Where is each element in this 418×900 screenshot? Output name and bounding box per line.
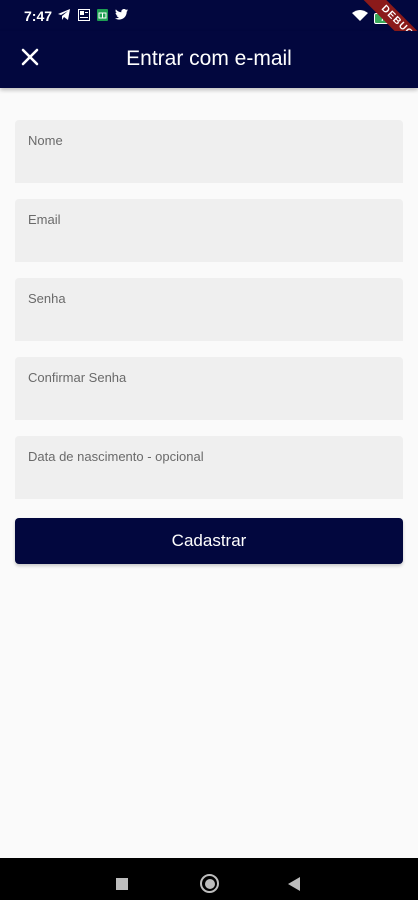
birthdate-field[interactable]: Data de nascimento - opcional: [15, 436, 403, 499]
navigation-bar: [0, 858, 418, 900]
name-field[interactable]: Nome: [15, 120, 403, 183]
confirm-password-field[interactable]: Confirmar Senha: [15, 357, 403, 420]
email-input[interactable]: [15, 199, 403, 262]
birthdate-input[interactable]: [15, 436, 403, 499]
status-bar: 7:47 74 DEBUG: [0, 0, 418, 60]
twitter-icon: [115, 8, 128, 21]
password-field[interactable]: Senha: [15, 278, 403, 341]
home-icon[interactable]: [200, 874, 219, 893]
news-icon: [77, 8, 90, 21]
status-time: 7:47: [24, 8, 53, 24]
confirm-password-input[interactable]: [15, 357, 403, 420]
name-input[interactable]: [15, 120, 403, 183]
recents-icon[interactable]: [116, 878, 128, 890]
page-title: Entrar com e-mail: [126, 47, 292, 70]
telegram-icon: [58, 8, 71, 21]
notification-icons: [58, 8, 128, 21]
email-field[interactable]: Email: [15, 199, 403, 262]
register-button[interactable]: Cadastrar: [15, 518, 403, 564]
app-bar: Entrar com e-mail: [0, 31, 418, 88]
sheets-icon: [96, 8, 109, 21]
signup-form: Nome Email Senha Confirmar Senha Data de…: [15, 120, 403, 515]
password-input[interactable]: [15, 278, 403, 341]
back-icon[interactable]: [288, 877, 300, 891]
